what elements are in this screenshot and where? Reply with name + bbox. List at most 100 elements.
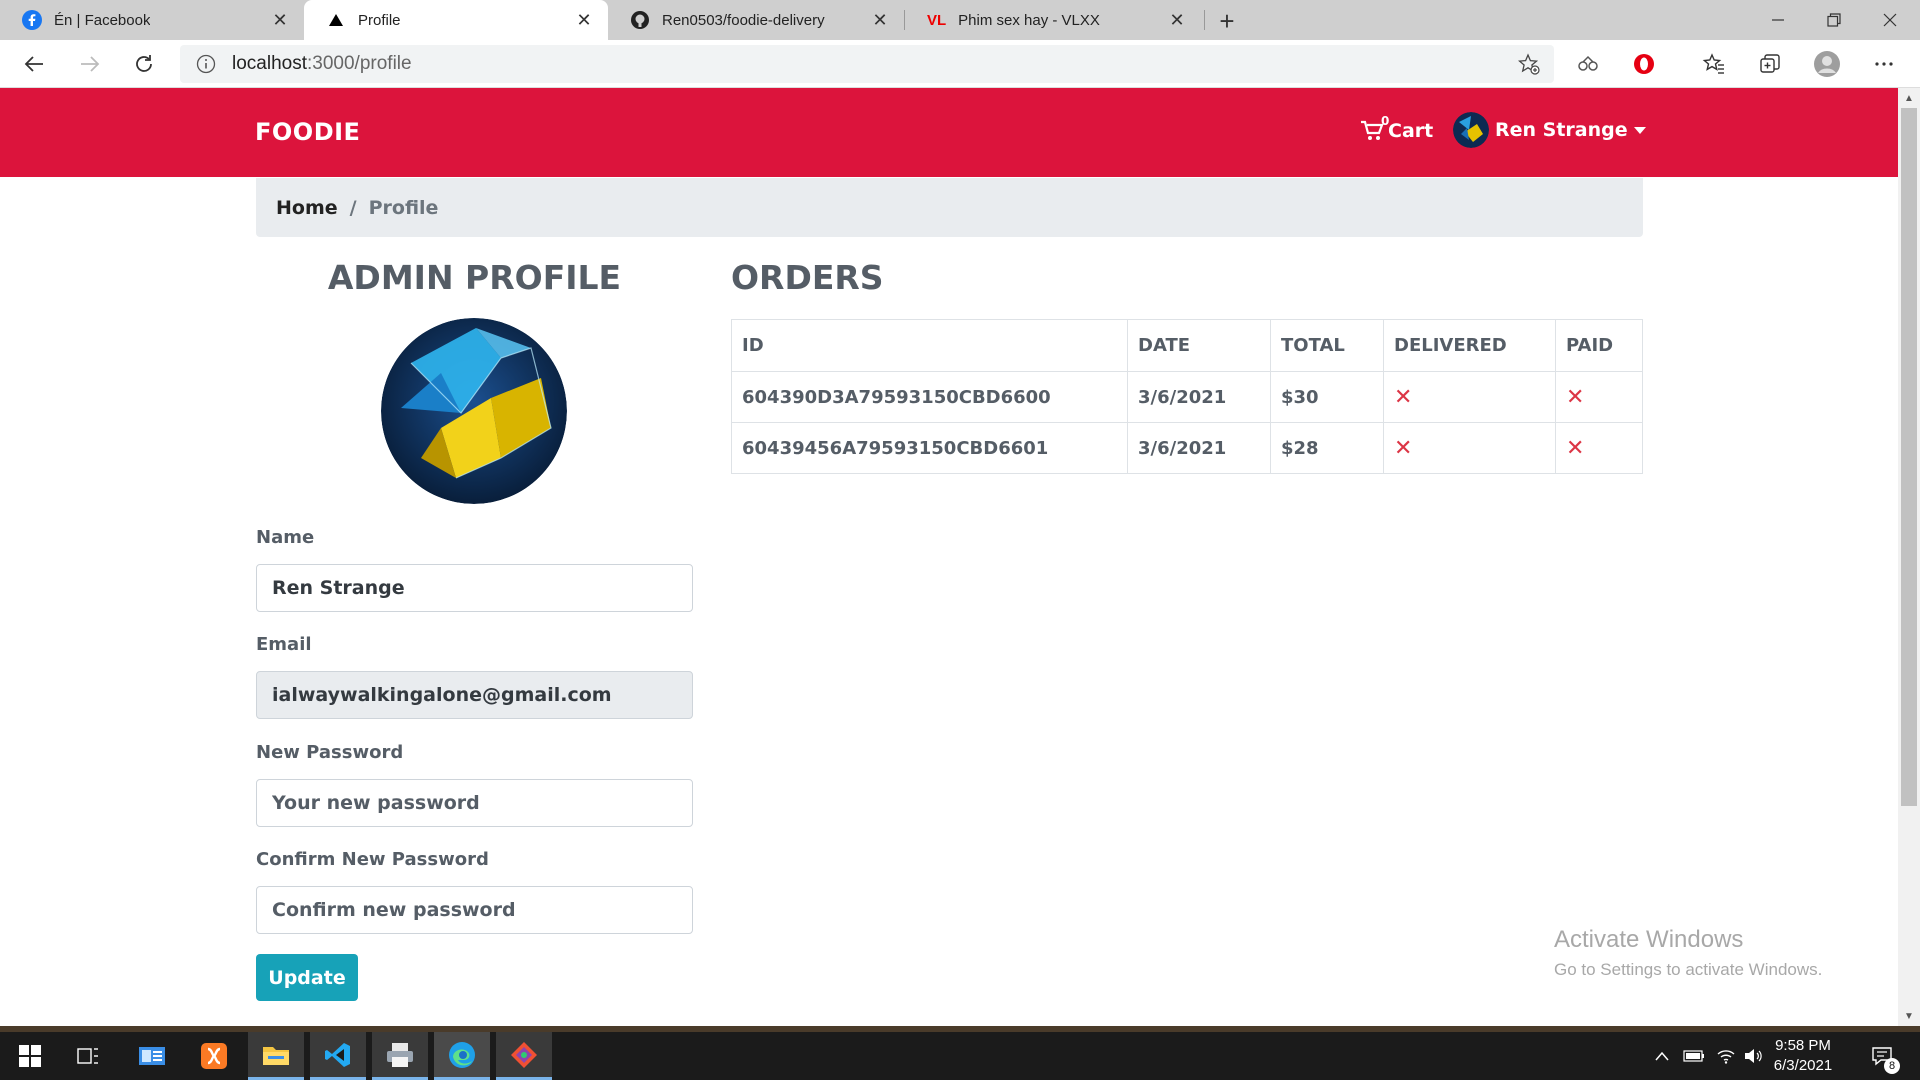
brand-logo[interactable]: FOODIE bbox=[255, 118, 360, 146]
favorites-icon[interactable] bbox=[1696, 46, 1732, 82]
order-id: 60439456A79593150CBD6601 bbox=[731, 422, 1128, 474]
refresh-icon[interactable] bbox=[126, 46, 162, 82]
close-tab-icon[interactable]: ✕ bbox=[270, 10, 290, 30]
column-header-id: ID bbox=[731, 319, 1128, 372]
minimize-icon[interactable] bbox=[1750, 0, 1806, 40]
close-tab-icon[interactable]: ✕ bbox=[870, 10, 890, 30]
printer-app-icon[interactable] bbox=[372, 1032, 428, 1080]
tab-github[interactable]: Ren0503/foodie-delivery ✕ bbox=[608, 0, 904, 40]
user-dropdown[interactable]: Ren Strange bbox=[1453, 112, 1646, 148]
confirm-password-input[interactable] bbox=[256, 886, 693, 934]
add-favorite-star-icon[interactable] bbox=[1517, 53, 1540, 75]
column-header-delivered: DELIVERED bbox=[1383, 319, 1556, 372]
scroll-down-arrow-icon[interactable]: ▼ bbox=[1898, 1006, 1920, 1026]
tab-vlxx[interactable]: VL Phim sex hay - VLXX ✕ bbox=[905, 0, 1201, 40]
name-label: Name bbox=[256, 527, 315, 548]
orders-title: ORDERS bbox=[731, 258, 884, 297]
tab-title: Phim sex hay - VLXX bbox=[958, 11, 1100, 29]
new-password-label: New Password bbox=[256, 742, 404, 763]
info-icon[interactable] bbox=[196, 54, 216, 74]
update-button[interactable]: Update bbox=[256, 954, 358, 1001]
cart-count-badge: 0 bbox=[1381, 114, 1390, 128]
table-header-row: ID DATE TOTAL DELIVERED PAID bbox=[731, 319, 1643, 372]
breadcrumb-separator: / bbox=[349, 196, 357, 219]
vscode-icon[interactable] bbox=[310, 1032, 366, 1080]
windows-start-icon[interactable] bbox=[2, 1032, 58, 1080]
scroll-up-arrow-icon[interactable]: ▲ bbox=[1898, 88, 1920, 108]
facebook-icon bbox=[22, 10, 42, 30]
confirm-password-label: Confirm New Password bbox=[256, 849, 489, 870]
column-header-date: DATE bbox=[1127, 319, 1271, 372]
not-paid-x-icon: ✕ bbox=[1566, 435, 1585, 461]
close-window-icon[interactable] bbox=[1862, 0, 1918, 40]
order-id: 604390D3A79593150CBD6600 bbox=[731, 371, 1128, 423]
opera-icon[interactable] bbox=[1626, 46, 1662, 82]
battery-icon[interactable] bbox=[1680, 1032, 1708, 1080]
browser-tab-bar: Én | Facebook ✕ Profile ✕ Ren0503/foodie… bbox=[0, 0, 1920, 40]
profile-avatar bbox=[381, 318, 567, 504]
scrollbar-thumb[interactable] bbox=[1901, 108, 1917, 806]
order-total: $28 bbox=[1270, 422, 1384, 474]
xampp-icon[interactable] bbox=[186, 1032, 242, 1080]
show-hidden-icons-chevron-up-icon[interactable] bbox=[1650, 1032, 1674, 1080]
tab-profile[interactable]: Profile ✕ bbox=[304, 0, 608, 40]
column-header-total: TOTAL bbox=[1270, 319, 1384, 372]
email-input[interactable] bbox=[256, 671, 693, 719]
collections-icon[interactable] bbox=[1752, 46, 1788, 82]
volume-icon[interactable] bbox=[1740, 1032, 1766, 1080]
user-name: Ren Strange bbox=[1495, 119, 1628, 141]
clock-time: 9:58 PM bbox=[1775, 1037, 1831, 1054]
not-delivered-x-icon: ✕ bbox=[1394, 435, 1413, 461]
new-password-input[interactable] bbox=[256, 779, 693, 827]
close-tab-icon[interactable]: ✕ bbox=[574, 10, 594, 30]
name-input[interactable] bbox=[256, 564, 693, 612]
profile-avatar-icon[interactable] bbox=[1809, 46, 1845, 82]
tab-facebook[interactable]: Én | Facebook ✕ bbox=[0, 0, 304, 40]
cart-label: Cart bbox=[1388, 120, 1434, 142]
edge-browser-icon[interactable] bbox=[434, 1032, 490, 1080]
orders-table: ID DATE TOTAL DELIVERED PAID 604390D3A79… bbox=[731, 319, 1643, 474]
notification-center-icon[interactable]: 8 bbox=[1862, 1032, 1902, 1080]
chevron-down-icon bbox=[1633, 126, 1646, 134]
url-field[interactable]: localhost:3000/profile bbox=[180, 45, 1554, 83]
cart-link[interactable]: 0 Cart bbox=[1360, 114, 1434, 147]
restore-icon[interactable] bbox=[1806, 0, 1862, 40]
tab-title: Én | Facebook bbox=[54, 11, 151, 29]
tab-title: Profile bbox=[358, 11, 401, 29]
forward-arrow-icon[interactable] bbox=[72, 46, 108, 82]
breadcrumb: Home / Profile bbox=[256, 178, 1643, 237]
vercel-triangle-icon bbox=[326, 10, 346, 30]
breadcrumb-home[interactable]: Home bbox=[276, 197, 338, 219]
clock-date: 6/3/2021 bbox=[1773, 1057, 1833, 1074]
order-date: 3/6/2021 bbox=[1127, 371, 1271, 423]
extension-icon[interactable] bbox=[1570, 46, 1606, 82]
notification-count-badge: 8 bbox=[1884, 1058, 1900, 1074]
file-explorer-icon[interactable] bbox=[248, 1032, 304, 1080]
task-view-icon[interactable] bbox=[60, 1032, 116, 1080]
github-icon bbox=[630, 10, 650, 30]
system-clock[interactable]: 9:58 PM 6/3/2021 bbox=[1766, 1036, 1840, 1076]
new-tab-plus-icon[interactable]: + bbox=[1212, 6, 1242, 36]
table-row: 604390D3A79593150CBD6600 3/6/2021 $30 ✕ … bbox=[731, 371, 1643, 423]
cart-icon: 0 bbox=[1360, 114, 1389, 142]
url-path: :3000/profile bbox=[307, 53, 412, 74]
activate-windows-subtitle: Go to Settings to activate Windows. bbox=[1554, 960, 1823, 979]
control-panel-icon[interactable] bbox=[124, 1032, 180, 1080]
not-paid-x-icon: ✕ bbox=[1566, 384, 1585, 410]
site-navbar: FOODIE 0 Cart Ren Strange bbox=[0, 88, 1898, 177]
url-host: localhost bbox=[232, 53, 307, 74]
order-date: 3/6/2021 bbox=[1127, 422, 1271, 474]
email-label: Email bbox=[256, 634, 312, 655]
vl-icon: VL bbox=[927, 11, 947, 29]
address-bar: localhost:3000/profile bbox=[0, 40, 1920, 88]
more-menu-icon[interactable] bbox=[1866, 46, 1902, 82]
table-row: 60439456A79593150CBD6601 3/6/2021 $28 ✕ … bbox=[731, 422, 1643, 474]
tab-title: Ren0503/foodie-delivery bbox=[662, 11, 825, 29]
close-tab-icon[interactable]: ✕ bbox=[1167, 10, 1187, 30]
back-arrow-icon[interactable] bbox=[16, 46, 52, 82]
not-delivered-x-icon: ✕ bbox=[1394, 384, 1413, 410]
breadcrumb-current: Profile bbox=[368, 196, 439, 219]
wifi-icon[interactable] bbox=[1712, 1032, 1740, 1080]
git-tool-icon[interactable] bbox=[496, 1032, 552, 1080]
column-header-paid: PAID bbox=[1555, 319, 1643, 372]
